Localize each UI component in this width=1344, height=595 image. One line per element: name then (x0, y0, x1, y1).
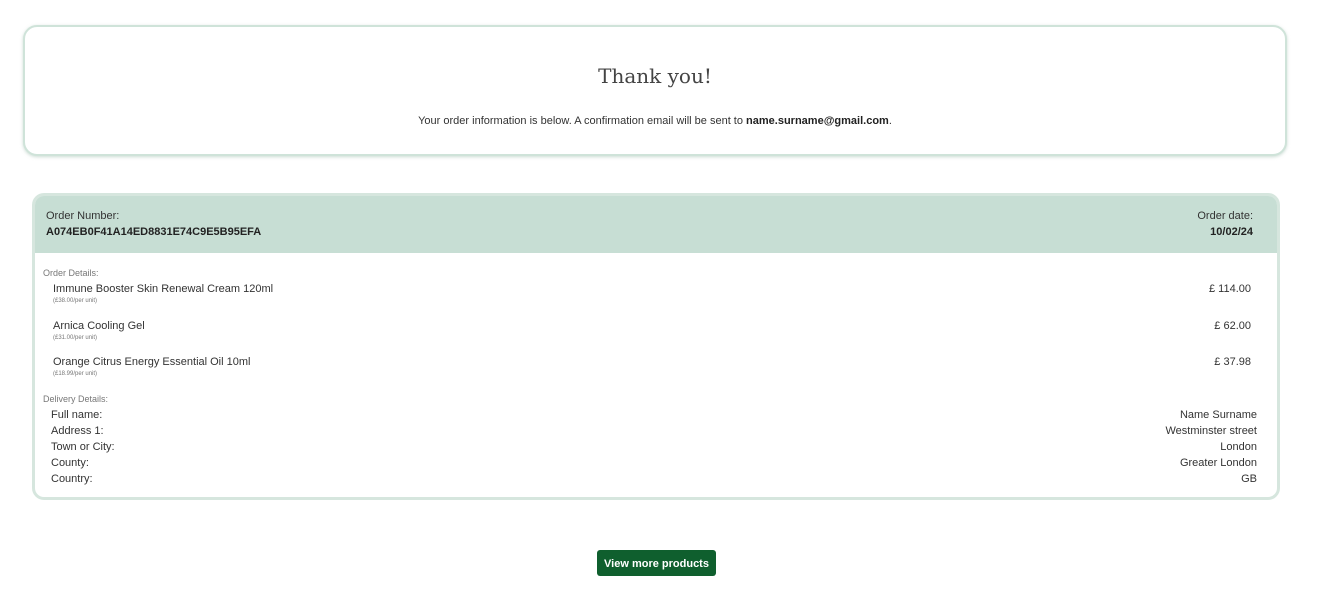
item-price: £ 62.00 (1214, 320, 1251, 332)
confirmation-card: Thank you! Your order information is bel… (23, 25, 1287, 156)
delivery-label: Town or City: (51, 441, 115, 453)
delivery-value: Westminster street (1165, 425, 1258, 437)
delivery-label: Address 1: (51, 425, 104, 437)
confirmation-message-end: . (888, 115, 892, 127)
confirmation-message: Your order information is below. A confi… (25, 115, 1285, 127)
item-unit-price: (£18.99/per unit) (53, 371, 98, 377)
delivery-value: GB (1241, 473, 1257, 485)
item-price: £ 37.98 (1214, 356, 1251, 368)
order-number-label: Order Number: (46, 210, 120, 222)
delivery-value: Name Surname (1179, 409, 1257, 421)
item-name: Immune Booster Skin Renewal Cream 120ml (53, 283, 274, 295)
order-date: 10/02/24 (1210, 226, 1253, 238)
order-number: A074EB0F41A14ED8831E74C9E5B95EFA (46, 226, 262, 238)
order-details-label: Order Details: (43, 268, 99, 278)
delivery-label: Country: (51, 473, 93, 485)
delivery-label: Full name: (51, 409, 103, 421)
item-name: Arnica Cooling Gel (53, 320, 145, 332)
delivery-label: County: (51, 457, 89, 469)
item-price: £ 114.00 (1208, 283, 1251, 295)
item-unit-price: (£38.00/per unit) (53, 298, 98, 304)
delivery-details-label: Delivery Details: (43, 394, 109, 404)
delivery-value: Greater London (1179, 457, 1257, 469)
order-header: Order Number: A074EB0F41A14ED8831E74C9E5… (35, 196, 1277, 253)
confirmation-message-text: Your order information is below. A confi… (418, 115, 747, 127)
order-summary-card: Order Number: A074EB0F41A14ED8831E74C9E5… (32, 193, 1280, 500)
confirmation-title: Thank you! (598, 64, 712, 88)
view-more-products-button[interactable]: View more products (597, 550, 716, 576)
item-unit-price: (£31.00/per unit) (53, 335, 98, 341)
item-name: Orange Citrus Energy Essential Oil 10ml (53, 356, 251, 368)
order-date-label: Order date: (1197, 210, 1253, 222)
delivery-value: London (1220, 441, 1257, 453)
confirmation-email: name.surname@gmail.com (746, 115, 889, 127)
